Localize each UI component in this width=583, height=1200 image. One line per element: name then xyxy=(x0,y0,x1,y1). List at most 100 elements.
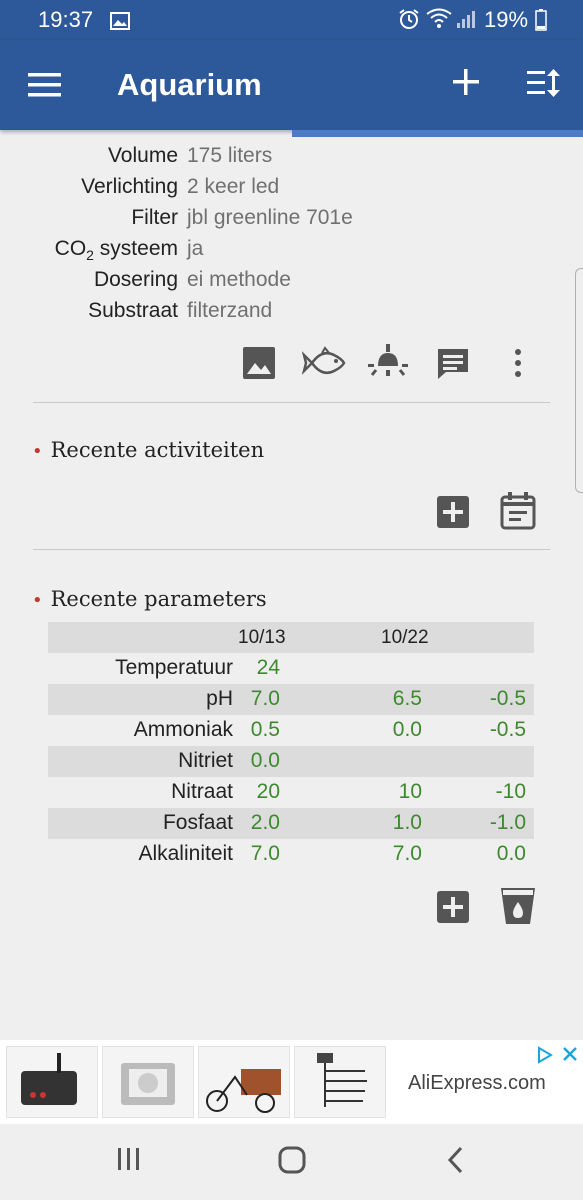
detail-row-filter: Filter jbl greenline 701e xyxy=(0,206,583,236)
param-diff: -1.0 xyxy=(489,811,526,834)
home-icon[interactable] xyxy=(278,1146,306,1179)
bullet-icon: • xyxy=(32,441,43,462)
activities-title: Recente activiteiten xyxy=(50,438,265,462)
table-row: Ammoniak 0.5 0.0 -0.5 xyxy=(48,715,534,746)
param-value: 7.0 xyxy=(250,842,280,865)
param-name: Nitraat xyxy=(171,780,233,803)
ad-text[interactable]: AliExpress.com xyxy=(408,1072,546,1095)
detail-value: ja xyxy=(187,237,204,260)
light-icon[interactable] xyxy=(368,344,408,387)
param-name: pH xyxy=(206,687,233,710)
ad-product-image[interactable] xyxy=(294,1046,386,1118)
param-value: 2.0 xyxy=(250,811,280,834)
tab-indicator xyxy=(292,130,583,137)
detail-label: Verlichting xyxy=(81,175,178,198)
detail-value: jbl greenline 701e xyxy=(187,206,353,229)
ad-choices-icon[interactable] xyxy=(536,1046,554,1069)
scroll-handle[interactable] xyxy=(575,268,583,493)
param-value: 24 xyxy=(256,656,280,679)
fish-icon[interactable] xyxy=(301,346,346,385)
date-header: 10/22 xyxy=(381,627,429,648)
image-notification-icon xyxy=(110,10,130,36)
close-icon[interactable] xyxy=(562,1046,578,1067)
table-header: 10/13 10/22 xyxy=(48,622,534,653)
add-icon[interactable] xyxy=(452,68,480,101)
ad-product-image[interactable] xyxy=(198,1046,290,1118)
param-value: 7.0 xyxy=(250,687,280,710)
status-time: 19:37 xyxy=(38,7,94,32)
signal-icon xyxy=(456,9,478,35)
parameters-title: Recente parameters xyxy=(50,587,267,611)
ad-product-image[interactable] xyxy=(102,1046,194,1118)
recent-apps-icon[interactable] xyxy=(116,1146,142,1177)
sort-icon[interactable] xyxy=(526,68,562,103)
param-value: 1.0 xyxy=(392,811,422,834)
wifi-icon xyxy=(426,8,452,34)
image-icon[interactable] xyxy=(242,346,276,385)
detail-value: filterzand xyxy=(187,299,273,322)
param-name: Nitriet xyxy=(178,749,233,772)
more-options-icon[interactable] xyxy=(512,348,524,383)
menu-icon[interactable] xyxy=(28,72,62,98)
divider xyxy=(33,402,550,403)
detail-row-dosing: Dosering ei methode xyxy=(0,268,583,298)
table-row: Nitraat 20 10 -10 xyxy=(48,777,534,808)
status-bar: 19:37 19% xyxy=(0,0,583,40)
detail-value: ei methode xyxy=(187,268,291,291)
add-parameter-icon[interactable] xyxy=(436,890,470,929)
detail-value: 2 keer led xyxy=(187,175,280,198)
param-value: 0.5 xyxy=(250,718,280,741)
date-header: 10/13 xyxy=(238,627,286,648)
param-diff: -0.5 xyxy=(489,718,526,741)
co2-label-main: CO xyxy=(54,237,87,260)
bullet-icon: • xyxy=(32,590,43,611)
param-value: 0.0 xyxy=(392,718,422,741)
co2-label-rest: systeem xyxy=(93,237,178,260)
comment-icon[interactable] xyxy=(436,347,470,386)
ad-banner[interactable]: AliExpress.com xyxy=(0,1040,583,1124)
table-row: Fosfaat 2.0 1.0 -1.0 xyxy=(48,808,534,839)
detail-row-substrate: Substraat filterzand xyxy=(0,299,583,329)
param-name: Fosfaat xyxy=(162,811,233,834)
param-name: Ammoniak xyxy=(133,718,233,741)
ad-product-image[interactable] xyxy=(6,1046,98,1118)
activities-heading: • Recente activiteiten xyxy=(32,438,264,462)
detail-value: 175 liters xyxy=(187,144,273,167)
co2-label-sub: 2 xyxy=(86,247,94,263)
param-value: 20 xyxy=(256,780,280,803)
app-bar: Aquarium xyxy=(0,40,583,130)
calendar-icon[interactable] xyxy=(500,492,536,535)
param-value: 6.5 xyxy=(392,687,422,710)
table-row: Alkaliniteit 7.0 7.0 0.0 xyxy=(48,839,534,870)
table-row: Temperatuur 24 xyxy=(48,653,534,684)
param-value: 0.0 xyxy=(250,749,280,772)
add-activity-icon[interactable] xyxy=(436,495,470,534)
param-value: 7.0 xyxy=(392,842,422,865)
alarm-icon xyxy=(398,8,420,36)
detail-label: Substraat xyxy=(88,299,178,322)
divider xyxy=(33,549,550,550)
detail-row-lighting: Verlichting 2 keer led xyxy=(0,175,583,205)
detail-label: CO2 systeem xyxy=(55,237,178,263)
battery-icon xyxy=(535,9,547,37)
water-test-icon[interactable] xyxy=(500,887,536,930)
param-diff: -10 xyxy=(495,780,526,803)
back-icon[interactable] xyxy=(446,1146,464,1179)
system-nav-bar xyxy=(0,1124,583,1200)
detail-row-volume: Volume 175 liters xyxy=(0,144,583,174)
detail-label: Volume xyxy=(107,144,178,167)
param-value: 10 xyxy=(398,780,422,803)
parameters-table: 10/13 10/22 Temperatuur 24 pH 7.0 6.5 -0… xyxy=(48,622,534,870)
param-diff: 0.0 xyxy=(496,842,526,865)
param-name: Alkaliniteit xyxy=(138,842,233,865)
detail-label: Filter xyxy=(131,206,178,229)
param-name: Temperatuur xyxy=(115,656,233,679)
page-title: Aquarium xyxy=(117,67,262,102)
battery-percent: 19% xyxy=(484,7,529,32)
table-row: Nitriet 0.0 xyxy=(48,746,534,777)
param-diff: -0.5 xyxy=(489,687,526,710)
detail-row-co2: CO2 systeem ja xyxy=(0,237,583,267)
detail-label: Dosering xyxy=(93,268,178,291)
parameters-heading: • Recente parameters xyxy=(32,587,267,611)
table-row: pH 7.0 6.5 -0.5 xyxy=(48,684,534,715)
